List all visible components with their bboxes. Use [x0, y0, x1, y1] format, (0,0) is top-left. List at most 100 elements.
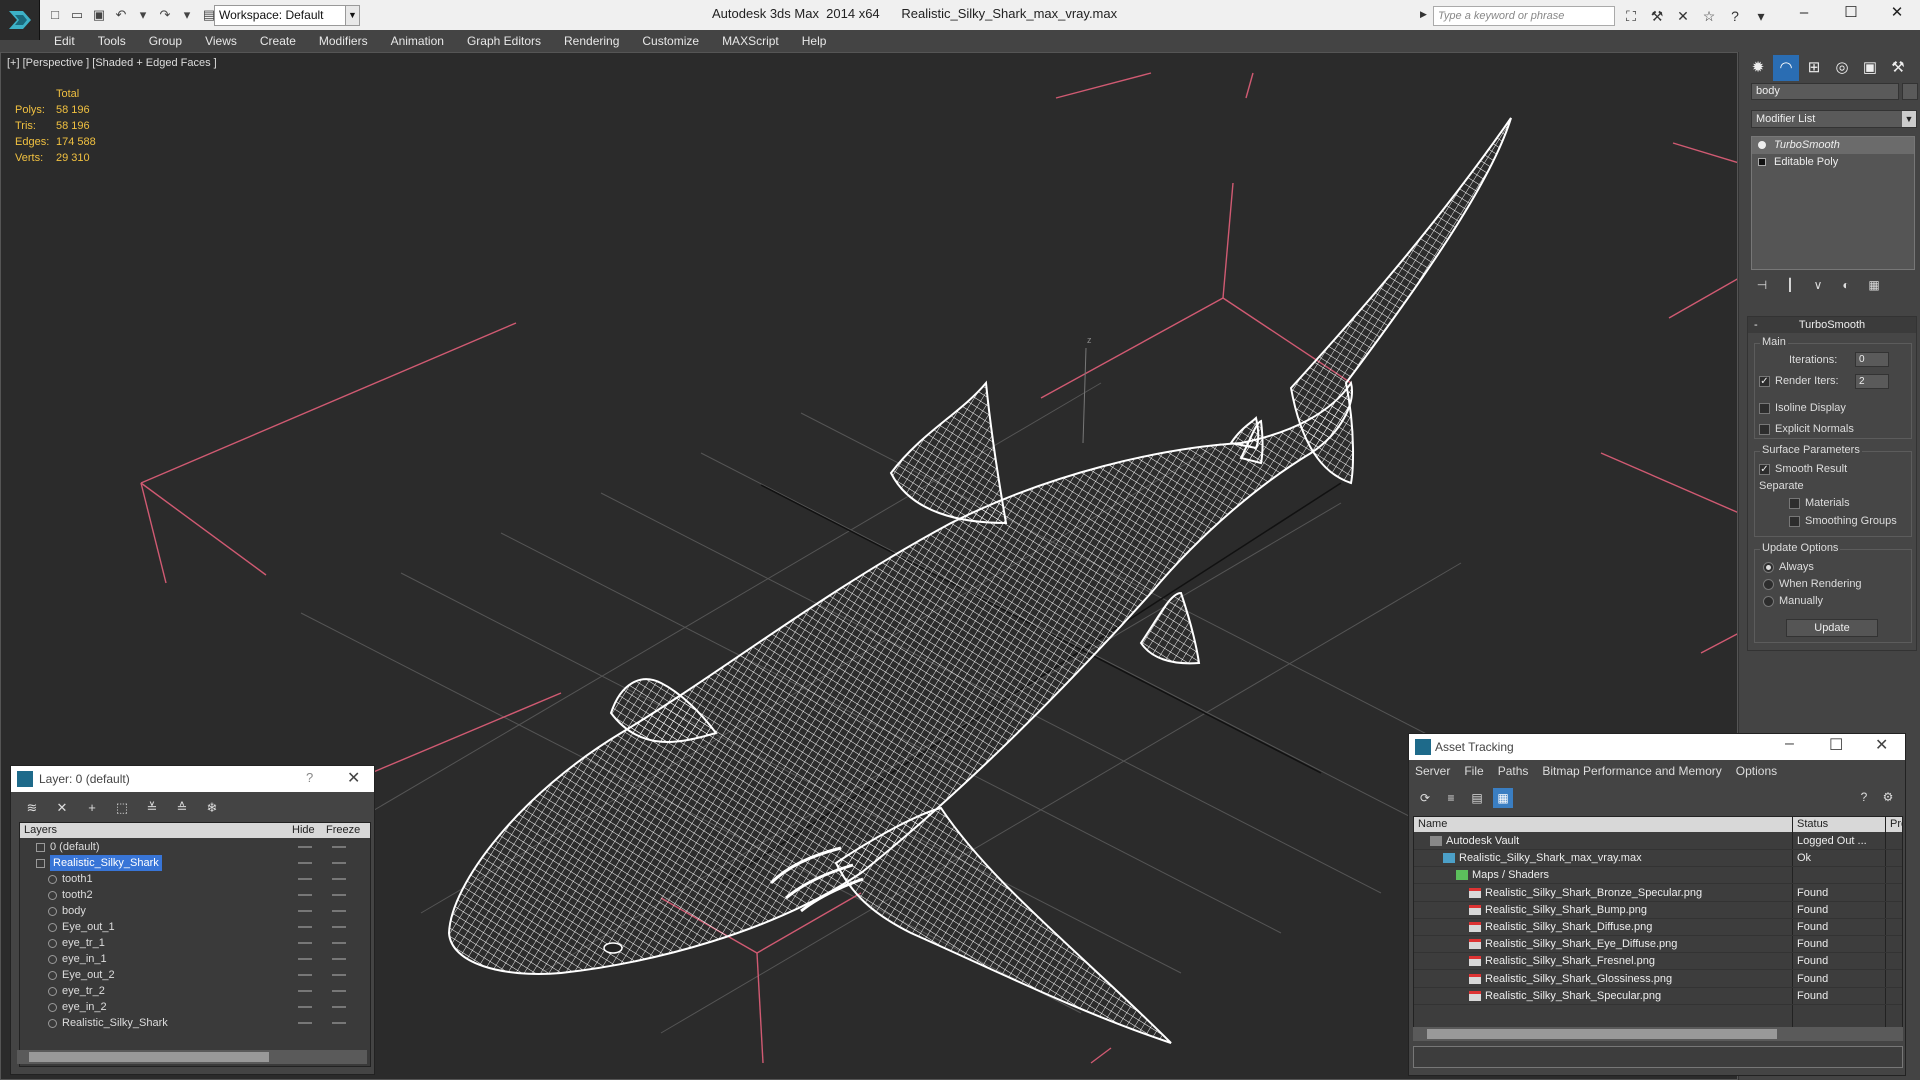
object-color-swatch[interactable] — [1902, 83, 1918, 100]
hide-toggle[interactable] — [298, 894, 312, 896]
redo-dropdown-icon[interactable]: ▾ — [178, 6, 196, 24]
menu-tools[interactable]: Tools — [98, 34, 126, 48]
manually-radio[interactable] — [1763, 596, 1774, 607]
search-input[interactable]: Type a keyword or phrase — [1433, 6, 1615, 26]
object-name-field[interactable]: body — [1751, 83, 1899, 100]
freeze-toggle[interactable] — [332, 942, 346, 944]
menu-paths[interactable]: Paths — [1498, 764, 1529, 778]
binoculars-icon[interactable]: ⛶ — [1622, 7, 1640, 25]
minimize-button[interactable]: – — [1781, 0, 1827, 28]
asset-row[interactable]: Maps / Shaders — [1414, 867, 1902, 885]
close-icon[interactable]: ✕ — [347, 768, 360, 788]
scrollbar-thumb[interactable] — [1427, 1029, 1777, 1039]
asset-row[interactable]: Realistic_Silky_Shark_max_vray.max Ok — [1414, 850, 1902, 868]
when-rendering-radio[interactable] — [1763, 579, 1774, 590]
display-tab-icon[interactable]: ▣ — [1857, 55, 1883, 81]
help-icon[interactable]: ? — [1855, 788, 1873, 806]
hide-toggle[interactable] — [298, 1022, 312, 1024]
app-logo-button[interactable] — [0, 0, 40, 40]
menu-options[interactable]: Options — [1736, 764, 1777, 778]
column-proxy[interactable]: Pro — [1890, 818, 1902, 830]
hide-toggle[interactable] — [298, 974, 312, 976]
layer-row[interactable]: eye_in_2 — [20, 999, 370, 1015]
utilities-tab-icon[interactable]: ⚒ — [1885, 55, 1911, 81]
asset-row[interactable]: Realistic_Silky_Shark_Fresnel.png Found — [1414, 953, 1902, 971]
rollout-header[interactable]: - TurboSmooth — [1748, 317, 1916, 333]
undo-icon[interactable]: ↶ — [112, 6, 130, 24]
favorites-star-icon[interactable]: ☆ — [1700, 7, 1718, 25]
freeze-toggle[interactable] — [332, 974, 346, 976]
freeze-toggle[interactable] — [332, 1022, 346, 1024]
list-view-icon[interactable]: ≡ — [1441, 788, 1461, 808]
stack-item-turbosmooth[interactable]: TurboSmooth — [1752, 137, 1914, 154]
layer-row[interactable]: 0 (default) — [20, 839, 370, 855]
hide-toggle[interactable] — [298, 878, 312, 880]
hide-toggle[interactable] — [298, 910, 312, 912]
column-layers[interactable]: Layers — [24, 824, 57, 836]
menu-server[interactable]: Server — [1415, 764, 1450, 778]
refresh-icon[interactable]: ⟳ — [1415, 788, 1435, 808]
help-icon[interactable]: ? — [306, 770, 313, 785]
select-objects-icon[interactable]: ⬚ — [113, 799, 131, 817]
redo-icon[interactable]: ↷ — [156, 6, 174, 24]
isoline-display-checkbox[interactable] — [1759, 403, 1770, 414]
modify-tab-icon[interactable]: ◠ — [1773, 55, 1799, 81]
menu-bitmap-performance[interactable]: Bitmap Performance and Memory — [1542, 764, 1721, 778]
minimize-icon[interactable]: – — [1785, 735, 1794, 753]
explicit-normals-checkbox[interactable] — [1759, 424, 1770, 435]
new-file-icon[interactable]: □ — [46, 6, 64, 24]
layer-row[interactable]: tooth2 — [20, 887, 370, 903]
freeze-toggle[interactable] — [332, 862, 346, 864]
layer-row[interactable]: eye_in_1 — [20, 951, 370, 967]
freeze-toggle[interactable] — [332, 1006, 346, 1008]
menu-edit[interactable]: Edit — [54, 34, 75, 48]
search-expand-icon[interactable]: ▶ — [1420, 9, 1427, 20]
asset-row[interactable]: Realistic_Silky_Shark_Specular.png Found — [1414, 988, 1902, 1005]
stack-item-editable-poly[interactable]: Editable Poly — [1752, 154, 1914, 171]
menu-create[interactable]: Create — [260, 34, 296, 48]
menu-views[interactable]: Views — [205, 34, 237, 48]
menu-file[interactable]: File — [1464, 764, 1483, 778]
pin-stack-icon[interactable]: ⊣ — [1753, 276, 1771, 294]
column-status[interactable]: Status — [1797, 818, 1828, 830]
modifier-list-dropdown[interactable]: Modifier List ▼ — [1751, 110, 1917, 128]
asset-row[interactable]: Realistic_Silky_Shark_Bronze_Specular.pn… — [1414, 885, 1902, 902]
asset-status-field[interactable] — [1413, 1046, 1903, 1068]
freeze-toggle[interactable] — [332, 926, 346, 928]
close-icon[interactable]: ✕ — [1875, 735, 1888, 755]
viewport-label[interactable]: [+] [Perspective ] [Shaded + Edged Faces… — [7, 57, 217, 69]
highlight-selected-icon[interactable]: ≚ — [143, 799, 161, 817]
settings-icon[interactable]: ⚙ — [1879, 788, 1897, 806]
remove-modifier-icon[interactable]: ◐ — [1837, 276, 1855, 294]
workspace-dropdown[interactable]: Workspace: Default ▼ — [214, 5, 360, 26]
undo-dropdown-icon[interactable]: ▾ — [134, 6, 152, 24]
hide-toggle[interactable] — [298, 926, 312, 928]
always-radio[interactable] — [1763, 562, 1774, 573]
menu-maxscript[interactable]: MAXScript — [722, 34, 779, 48]
column-name[interactable]: Name — [1418, 818, 1447, 830]
make-unique-icon[interactable]: ∨ — [1809, 276, 1827, 294]
menu-modifiers[interactable]: Modifiers — [319, 34, 368, 48]
layer-row[interactable]: body — [20, 903, 370, 919]
hide-toggle[interactable] — [298, 958, 312, 960]
hide-toggle[interactable] — [298, 862, 312, 864]
create-tab-icon[interactable]: ✹ — [1745, 55, 1771, 81]
asset-row[interactable]: Realistic_Silky_Shark_Diffuse.png Found — [1414, 919, 1902, 936]
menu-customize[interactable]: Customize — [642, 34, 699, 48]
menu-graph-editors[interactable]: Graph Editors — [467, 34, 541, 48]
close-button[interactable]: ✕ — [1874, 0, 1920, 28]
menu-group[interactable]: Group — [149, 34, 182, 48]
layer-row[interactable]: eye_tr_2 — [20, 983, 370, 999]
motion-tab-icon[interactable]: ◎ — [1829, 55, 1855, 81]
column-freeze[interactable]: Freeze — [326, 824, 360, 836]
layer-row[interactable]: Eye_out_1 — [20, 919, 370, 935]
menu-help[interactable]: Help — [802, 34, 827, 48]
iterations-spinner[interactable]: 0 — [1855, 352, 1889, 367]
asset-row[interactable]: Realistic_Silky_Shark_Bump.png Found — [1414, 902, 1902, 919]
thumbnail-view-icon[interactable]: ▤ — [1467, 788, 1487, 808]
layer-row[interactable]: tooth1 — [20, 871, 370, 887]
asset-row[interactable]: Realistic_Silky_Shark_Glossiness.png Foun… — [1414, 971, 1902, 988]
create-layer-icon[interactable]: ≋ — [23, 799, 41, 817]
layer-row[interactable]: eye_tr_1 — [20, 935, 370, 951]
subscription-icon[interactable]: ⚒ — [1648, 7, 1666, 25]
